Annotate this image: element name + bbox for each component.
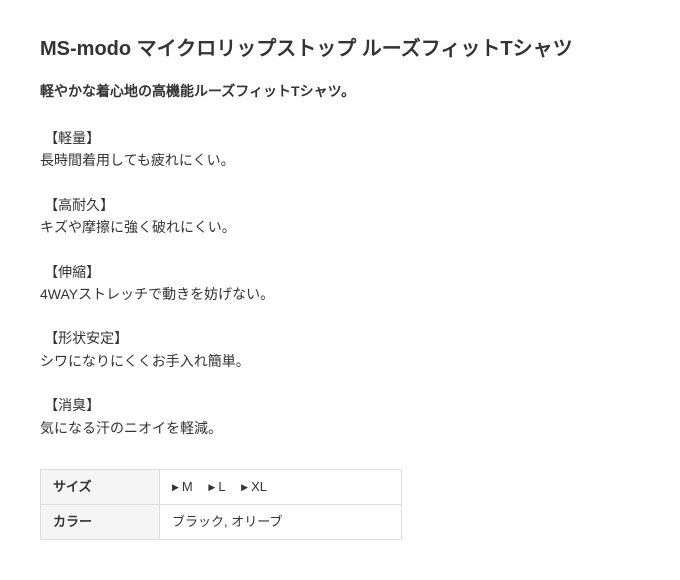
spec-size-label: サイズ <box>41 469 160 504</box>
product-title: MS-modo マイクロリップストップ ルーズフィットTシャツ <box>40 35 640 63</box>
product-subtitle: 軽やかな着心地の高機能ルーズフィットTシャツ。 <box>40 81 640 101</box>
feature-item: 【伸縮】 4WAYストレッチで動きを妨げない。 <box>40 261 640 306</box>
feature-desc: キズや摩擦に強く破れにくい。 <box>40 216 640 238</box>
feature-item: 【形状安定】 シワになりにくくお手入れ簡単。 <box>40 327 640 372</box>
feature-item: 【高耐久】 キズや摩擦に強く破れにくい。 <box>40 194 640 239</box>
spec-table: サイズ M L XL カラー ブラック, オリーブ <box>40 469 402 540</box>
size-option: XL <box>241 478 267 496</box>
table-row: サイズ M L XL <box>41 469 402 504</box>
spec-size-value: M L XL <box>160 469 402 504</box>
feature-label: 【形状安定】 <box>40 327 640 349</box>
feature-desc: 気になる汗のニオイを軽減。 <box>40 417 640 439</box>
spec-color-label: カラー <box>41 505 160 540</box>
feature-label: 【消臭】 <box>40 394 640 416</box>
feature-desc: 長時間着用しても疲れにくい。 <box>40 149 640 171</box>
feature-desc: 4WAYストレッチで動きを妨げない。 <box>40 283 640 305</box>
feature-item: 【軽量】 長時間着用しても疲れにくい。 <box>40 127 640 172</box>
size-option: M <box>172 478 193 496</box>
feature-item: 【消臭】 気になる汗のニオイを軽減。 <box>40 394 640 439</box>
table-row: カラー ブラック, オリーブ <box>41 505 402 540</box>
size-option: L <box>208 478 225 496</box>
feature-list: 【軽量】 長時間着用しても疲れにくい。 【高耐久】 キズや摩擦に強く破れにくい。… <box>40 127 640 439</box>
feature-label: 【軽量】 <box>40 127 640 149</box>
feature-desc: シワになりにくくお手入れ簡単。 <box>40 350 640 372</box>
feature-label: 【伸縮】 <box>40 261 640 283</box>
feature-label: 【高耐久】 <box>40 194 640 216</box>
spec-color-value: ブラック, オリーブ <box>160 505 402 540</box>
